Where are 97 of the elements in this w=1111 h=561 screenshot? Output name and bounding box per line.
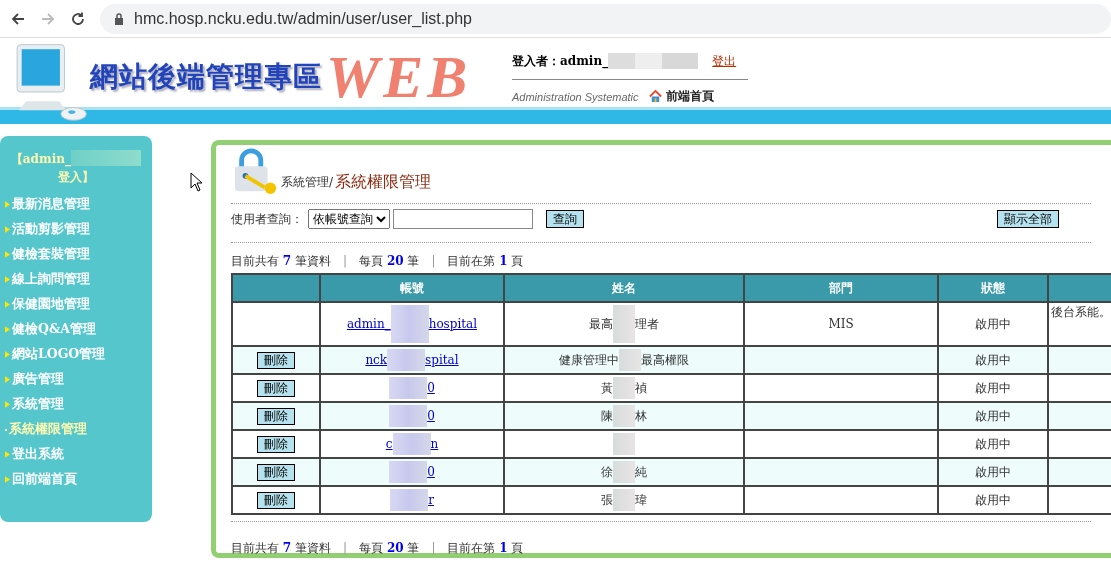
delete-button[interactable]: 刪除 [257,435,295,453]
table-cell: 啟用中 [938,458,1048,486]
table-cell [1048,402,1111,430]
sidebar-user: 登入】 [57,169,94,186]
user-name: 最高權限 [641,353,689,367]
sidebar-user: 【admin_ [10,151,71,168]
mosaic-blur [389,461,428,483]
table-cell: 啟用中 [938,346,1048,374]
account-link[interactable]: r [428,493,434,507]
column-header: 帳號 [320,274,504,302]
tagline: Administration Systematic [512,90,639,103]
arrow-icon [5,276,10,283]
user-name: 徐 [601,465,613,479]
delete-button[interactable]: 刪除 [257,351,295,369]
page-title: 系統權限管理 [335,172,432,193]
per-page: 每頁 20 筆 [359,252,420,270]
record-count: 目前共有 7 筆資料 [231,252,331,270]
mosaic-blur [613,433,635,455]
login-user: 登入者：admin_ [512,52,609,70]
account-link[interactable]: spital [425,353,459,367]
reload-icon[interactable] [70,10,86,27]
mosaic-blur [390,305,429,343]
arrow-icon [5,351,10,358]
delete-button[interactable]: 刪除 [257,407,295,425]
user-name: 最高 [589,317,613,331]
mosaic-blur [392,433,431,455]
search-button[interactable]: 查詢 [546,210,584,228]
mosaic-blur [613,489,635,511]
user-name: 陳 [601,409,613,423]
separator: | [431,541,436,555]
per-page: 每頁 20 筆 [359,539,420,557]
search-label: 使用者查詢： [231,210,303,228]
separator: | [431,254,436,268]
mosaic-blur [389,377,428,399]
record-count: 目前共有 7 筆資料 [231,539,331,557]
column-header: 部門 [744,274,938,302]
arrow-icon [5,201,10,208]
account-link[interactable]: 0 [427,381,435,395]
mosaic-blur [613,305,635,343]
arrow-icon [5,376,10,383]
arrow-icon [5,326,10,333]
user-name: 純 [635,465,647,479]
delete-button[interactable]: 刪除 [257,463,295,481]
table-cell [1048,458,1111,486]
account-link[interactable]: admin_ [346,317,391,331]
arrow-icon [5,301,10,308]
mosaic-blur [613,461,635,483]
delete-button[interactable]: 刪除 [257,491,295,509]
account-link[interactable]: 0 [427,465,435,479]
user-name: 張 [601,493,613,507]
show-all-button[interactable]: 顯示全部 [997,210,1059,228]
mosaic-blur [387,349,426,371]
home-icon [648,90,662,103]
separator: | [343,541,348,555]
account-link[interactable]: n [430,437,439,451]
account-link[interactable]: nck [365,353,388,367]
current-page: 目前在第 1 頁 [447,539,524,557]
mosaic-blur [613,377,635,399]
separator: | [343,254,348,268]
arrow-icon [5,451,10,458]
mosaic-blur [619,349,641,371]
mosaic-blur [613,405,635,427]
column-header: 姓名 [504,274,744,302]
account-link[interactable]: c [385,437,393,451]
table-cell: 啟用中 [938,486,1048,514]
logout-link[interactable]: 登出 [712,52,737,70]
mosaic-blur [389,405,428,427]
lock-icon [114,12,124,25]
user-name: 健康管理中 [559,353,619,367]
column-header: 狀態 [938,274,1048,302]
user-name: 林 [635,409,647,423]
arrow-icon [5,476,10,483]
table-cell [1048,346,1111,374]
account-link[interactable]: 0 [427,409,435,423]
search-mode-select[interactable]: 依帳號查詢 [308,209,390,229]
arrow-icon [5,226,10,233]
current-page: 目前在第 1 頁 [447,252,524,270]
user-name: 禎 [635,381,647,395]
front-home-link[interactable]: 前端首頁 [665,88,714,105]
mosaic-blur [71,150,141,166]
table-cell: 啟用中 [938,402,1048,430]
mosaic-blur [390,489,429,511]
user-name: 理者 [635,317,659,331]
back-icon[interactable] [10,10,26,27]
column-header [1048,274,1111,302]
arrow-icon [5,401,10,408]
breadcrumb: 系統管理/ [281,174,334,191]
user-name: 黃 [601,381,613,395]
cursor-icon [189,172,202,192]
search-field[interactable] [393,209,533,229]
user-name: 瑋 [635,493,647,507]
account-link[interactable]: hospital [428,317,478,331]
arrow-icon [5,251,10,258]
site-title: 網站後端管理專區 [90,59,322,95]
web-logo: WEB [326,47,473,107]
delete-button[interactable]: 刪除 [257,379,295,397]
address-bar[interactable]: hmc.hosp.ncku.edu.tw/admin/user/user_list.php [100,3,1111,34]
